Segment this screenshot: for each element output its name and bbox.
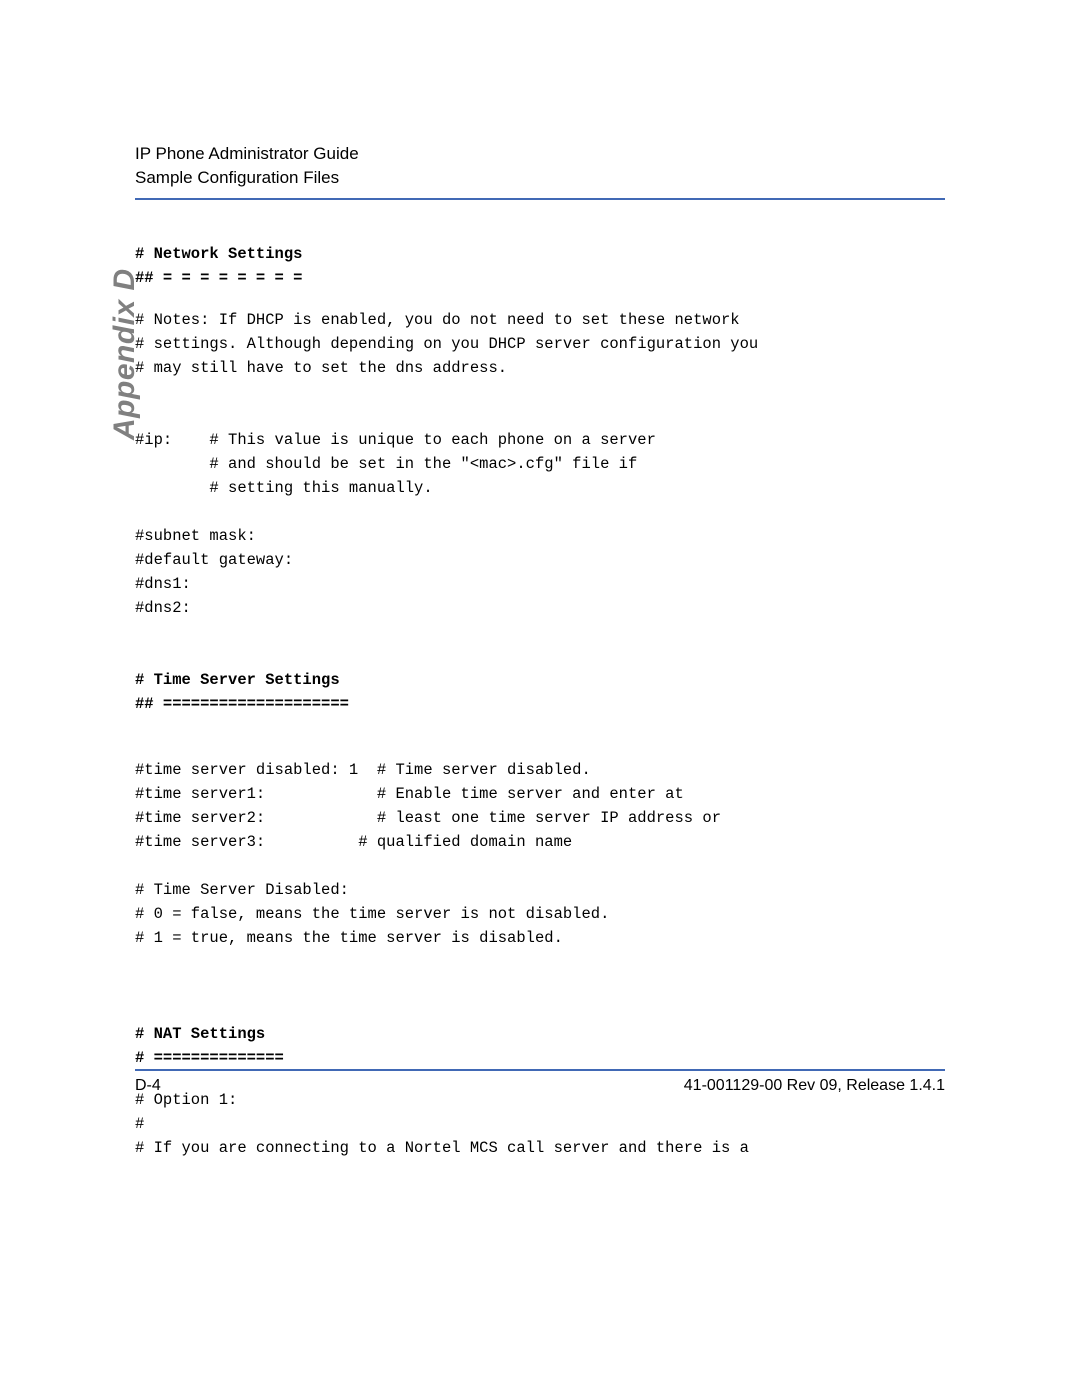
time-line-1: #time server disabled: 1 # Time server d…	[135, 761, 591, 779]
ip-line-2: # and should be set in the "<mac>.cfg" f…	[135, 455, 637, 473]
time-rule: ## ====================	[135, 695, 349, 713]
gateway-line: #default gateway:	[135, 551, 293, 569]
network-heading: # Network Settings	[135, 245, 302, 263]
network-note-1: # Notes: If DHCP is enabled, you do not …	[135, 311, 740, 329]
document-footer: D-4 41-001129-00 Rev 09, Release 1.4.1	[135, 1071, 945, 1095]
nat-blank: #	[135, 1115, 144, 1133]
time-heading: # Time Server Settings	[135, 671, 340, 689]
release-info: 41-001129-00 Rev 09, Release 1.4.1	[684, 1077, 945, 1095]
subnet-line: #subnet mask:	[135, 527, 256, 545]
page-number: D-4	[135, 1077, 161, 1095]
time-opt1: # 1 = true, means the time server is dis…	[135, 929, 563, 947]
nat-heading: # NAT Settings	[135, 1025, 265, 1043]
dns2-line: #dns2:	[135, 599, 191, 617]
time-line-3: #time server2: # least one time server I…	[135, 809, 721, 827]
document-body: # Network Settings ## = = = = = = = = # …	[135, 242, 945, 1160]
network-note-2: # settings. Although depending on you DH…	[135, 335, 758, 353]
document-header: IP Phone Administrator Guide Sample Conf…	[135, 142, 945, 190]
network-rule: ## = = = = = = = =	[135, 269, 302, 287]
appendix-side-tab: Appendix D	[108, 240, 142, 440]
nat-note: # If you are connecting to a Nortel MCS …	[135, 1139, 749, 1157]
document-title: IP Phone Administrator Guide	[135, 142, 945, 166]
time-line-2: #time server1: # Enable time server and …	[135, 785, 684, 803]
ip-line-3: # setting this manually.	[135, 479, 433, 497]
network-note-3: # may still have to set the dns address.	[135, 359, 507, 377]
ip-line-1: #ip: # This value is unique to each phon…	[135, 431, 656, 449]
time-disabled-heading: # Time Server Disabled:	[135, 881, 349, 899]
document-subtitle: Sample Configuration Files	[135, 166, 945, 190]
header-rule	[135, 198, 945, 200]
time-opt0: # 0 = false, means the time server is no…	[135, 905, 609, 923]
time-line-4: #time server3: # qualified domain name	[135, 833, 572, 851]
dns1-line: #dns1:	[135, 575, 191, 593]
